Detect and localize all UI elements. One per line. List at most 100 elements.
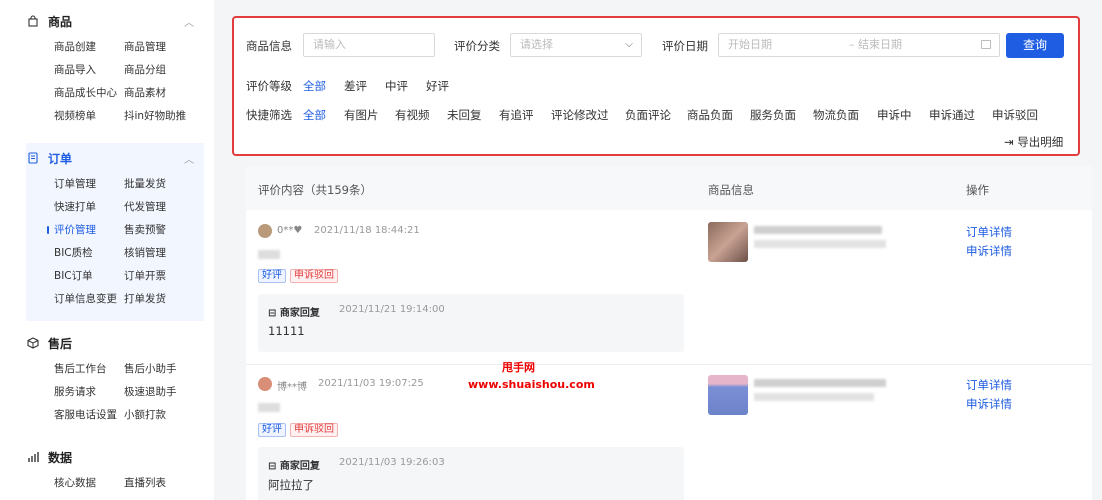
sidebar-item-core-data[interactable]: 核心数据 xyxy=(54,475,124,491)
appeal-status-badge: 申诉驳回 xyxy=(290,269,338,283)
appeal-detail-link[interactable]: 申诉详情 xyxy=(966,396,1012,412)
product-thumbnail[interactable] xyxy=(708,375,748,415)
sidebar-item-verify-manage[interactable]: 核销管理 xyxy=(124,245,208,261)
quick-option-appeal-passed[interactable]: 申诉通过 xyxy=(929,107,975,123)
sidebar-item-aftersale-desk[interactable]: 售后工作台 xyxy=(54,361,124,377)
sidebar-item-live-list[interactable]: 直播列表 xyxy=(124,475,208,491)
appeal-detail-link[interactable]: 申诉详情 xyxy=(966,243,1012,259)
sidebar-item-quick-print[interactable]: 快速打单 xyxy=(54,199,124,215)
level-option-medium[interactable]: 中评 xyxy=(385,78,408,94)
merchant-icon: ⊟ xyxy=(268,308,277,319)
export-detail-button[interactable]: ⇥ 导出明细 xyxy=(1004,134,1063,150)
quick-option-product-negative[interactable]: 商品负面 xyxy=(687,107,733,123)
reviewer-name: 0**♥ xyxy=(277,225,303,236)
review-category-placeholder: 请选择 xyxy=(520,38,553,51)
sidebar-item-aftersale-helper[interactable]: 售后小助手 xyxy=(124,361,208,377)
sidebar-item-order-manage[interactable]: 订单管理 xyxy=(54,176,124,192)
sidebar-item-print-ship[interactable]: 打单发货 xyxy=(124,291,208,307)
good-review-badge: 好评 xyxy=(258,269,286,283)
quick-option-images[interactable]: 有图片 xyxy=(344,107,379,123)
quick-option-appeal-rejected[interactable]: 申诉驳回 xyxy=(992,107,1038,123)
sidebar-item-product-import[interactable]: 商品导入 xyxy=(54,62,124,78)
sidebar-item-phone-setting[interactable]: 客服电话设置 xyxy=(54,407,124,423)
quick-option-modified[interactable]: 评论修改过 xyxy=(551,107,609,123)
order-detail-link[interactable]: 订单详情 xyxy=(966,224,1012,240)
avatar xyxy=(258,224,272,238)
reply-title: ⊟ 商家回复 xyxy=(268,457,320,472)
table-row: 博**博 2021/11/03 19:07:25 好评 申诉驳回 ⊟ 商家回复 … xyxy=(246,365,1092,500)
filter-panel: 商品信息 请输入 评价分类 请选择 ⌵ 评价日期 开始日期 – 结束日期 查询 … xyxy=(232,16,1080,156)
sidebar-item-bic-inspect[interactable]: BIC质检 xyxy=(54,245,124,261)
sidebar-item-video-rank[interactable]: 视频榜单 xyxy=(54,108,124,124)
sidebar-item-dropship[interactable]: 代发管理 xyxy=(124,199,208,215)
table-row: 0**♥ 2021/11/18 18:44:21 好评 申诉驳回 ⊟ 商家回复 … xyxy=(246,210,1092,364)
review-date-label: 评价日期 xyxy=(662,39,708,53)
reviewer-name: 博**博 xyxy=(277,382,307,393)
sidebar-item-review-manage[interactable]: 评价管理 xyxy=(47,222,124,238)
nav-group-title: 数据 xyxy=(48,450,73,465)
review-category-select[interactable]: 请选择 ⌵ xyxy=(510,33,642,57)
review-date-range[interactable]: 开始日期 – 结束日期 xyxy=(718,33,1000,57)
sidebar-item-invoice[interactable]: 订单开票 xyxy=(124,268,208,284)
sidebar-item-small-payment[interactable]: 小额打款 xyxy=(124,407,208,423)
product-info-placeholder: 请输入 xyxy=(313,38,346,51)
review-time: 2021/11/18 18:44:21 xyxy=(314,225,420,236)
sidebar: 商品 ︿ 商品创建 商品管理 商品导入 商品分组 商品成长中心 商品素材 视频榜… xyxy=(0,0,214,500)
nav-group-data-header[interactable]: 数据 xyxy=(26,447,214,467)
sidebar-item-product-material[interactable]: 商品素材 xyxy=(124,85,208,101)
quick-option-appealing[interactable]: 申诉中 xyxy=(877,107,912,123)
sidebar-item-batch-ship[interactable]: 批量发货 xyxy=(124,176,208,192)
reply-text: 11111 xyxy=(268,324,305,338)
sidebar-item-bic-order[interactable]: BIC订单 xyxy=(54,268,124,284)
nav-group-aftersale-header[interactable]: 售后 xyxy=(26,333,214,353)
product-info-input[interactable]: 请输入 xyxy=(303,33,435,57)
column-product-info: 商品信息 xyxy=(708,183,754,197)
reply-time: 2021/11/21 19:14:00 xyxy=(339,304,445,315)
order-detail-link[interactable]: 订单详情 xyxy=(966,377,1012,393)
quick-filter-label: 快捷筛选 xyxy=(246,108,292,122)
sidebar-item-fast-refund[interactable]: 极速退助手 xyxy=(124,384,208,400)
quick-option-logistics-negative[interactable]: 物流负面 xyxy=(813,107,859,123)
nav-group-products: 商品 ︿ 商品创建 商品管理 商品导入 商品分组 商品成长中心 商品素材 视频榜… xyxy=(26,11,214,124)
quick-option-all[interactable]: 全部 xyxy=(303,107,326,123)
quick-option-service-negative[interactable]: 服务负面 xyxy=(750,107,796,123)
document-icon xyxy=(26,151,40,165)
merchant-reply: ⊟ 商家回复 2021/11/03 19:26:03 阿拉拉了 xyxy=(258,447,684,500)
column-review-content: 评价内容（共159条） xyxy=(258,183,372,197)
chevron-down-icon: ⌵ xyxy=(625,39,633,50)
query-button[interactable]: 查询 xyxy=(1006,33,1064,58)
level-option-all[interactable]: 全部 xyxy=(303,78,326,94)
nav-group-orders-header[interactable]: 订单 ︿ xyxy=(26,148,204,168)
export-icon: ⇥ xyxy=(1004,135,1014,149)
sidebar-item-service-request[interactable]: 服务请求 xyxy=(54,384,124,400)
quick-option-videos[interactable]: 有视频 xyxy=(395,107,430,123)
level-option-good[interactable]: 好评 xyxy=(426,78,449,94)
table-header: 评价内容（共159条） 商品信息 操作 xyxy=(246,166,1092,210)
chevron-up-icon[interactable]: ︿ xyxy=(184,14,194,29)
export-label: 导出明细 xyxy=(1017,135,1064,149)
chevron-up-icon[interactable]: ︿ xyxy=(184,151,194,166)
bag-icon xyxy=(26,14,40,28)
sidebar-item-product-manage[interactable]: 商品管理 xyxy=(124,39,208,55)
sidebar-item-douin-boost[interactable]: 抖in好物助推 xyxy=(124,108,208,124)
box-icon xyxy=(26,336,40,350)
reply-title-text: 商家回复 xyxy=(279,461,320,472)
quick-option-negative[interactable]: 负面评论 xyxy=(625,107,671,123)
sidebar-item-order-change[interactable]: 订单信息变更 xyxy=(54,291,124,307)
blurred-review-text xyxy=(258,403,280,412)
nav-group-orders: 订单 ︿ 订单管理 批量发货 快速打单 代发管理 评价管理 售卖预警 BIC质检… xyxy=(26,143,204,321)
level-option-bad[interactable]: 差评 xyxy=(344,78,367,94)
nav-group-data: 数据 核心数据 直播列表 xyxy=(26,447,214,491)
sidebar-item-product-growth[interactable]: 商品成长中心 xyxy=(54,85,124,101)
blurred-product-spec xyxy=(754,240,886,248)
product-info-label: 商品信息 xyxy=(246,39,292,53)
sidebar-item-product-group[interactable]: 商品分组 xyxy=(124,62,208,78)
quick-option-followup[interactable]: 有追评 xyxy=(499,107,534,123)
good-review-badge: 好评 xyxy=(258,423,286,437)
sidebar-item-sale-alert[interactable]: 售卖预警 xyxy=(124,222,208,238)
date-end-placeholder: – 结束日期 xyxy=(849,38,902,51)
sidebar-item-product-create[interactable]: 商品创建 xyxy=(54,39,124,55)
product-thumbnail[interactable] xyxy=(708,222,748,262)
nav-group-products-header[interactable]: 商品 ︿ xyxy=(26,11,214,31)
quick-option-unreplied[interactable]: 未回复 xyxy=(447,107,482,123)
